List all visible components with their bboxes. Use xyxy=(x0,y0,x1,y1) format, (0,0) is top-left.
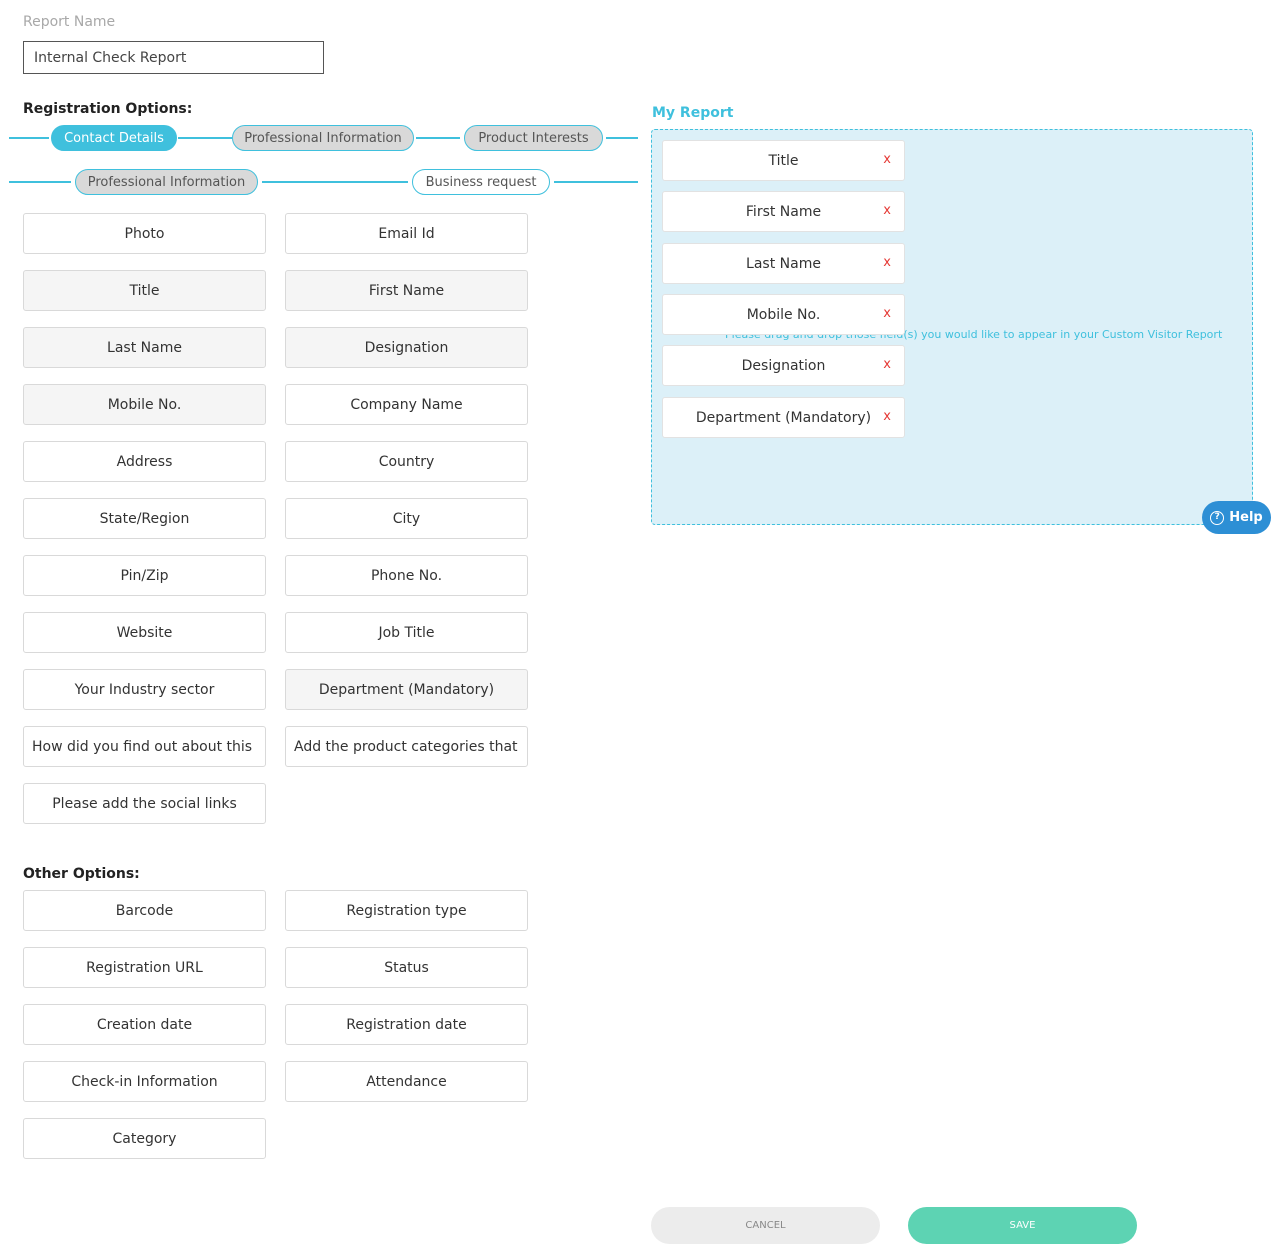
field-designation[interactable]: Designation xyxy=(285,327,528,368)
field-pin-zip[interactable]: Pin/Zip xyxy=(23,555,266,596)
report-item-label: Last Name xyxy=(746,255,821,272)
field-product-categories[interactable]: Add the product categories that xyxy=(285,726,528,767)
help-button[interactable]: ? Help xyxy=(1202,501,1271,534)
report-item-label: Mobile No. xyxy=(746,306,821,323)
remove-icon[interactable]: x xyxy=(883,306,891,321)
field-title[interactable]: Title xyxy=(23,270,266,311)
tab-connector xyxy=(9,137,49,139)
field-first-name[interactable]: First Name xyxy=(285,270,528,311)
field-city[interactable]: City xyxy=(285,498,528,539)
tab-connector xyxy=(178,137,232,139)
report-item-department[interactable]: Department (Mandatory) x xyxy=(662,397,905,438)
report-item-last-name[interactable]: Last Name x xyxy=(662,243,905,284)
tab-professional-information-2[interactable]: Professional Information xyxy=(75,169,258,195)
help-label: Help xyxy=(1229,510,1263,525)
report-item-label: Designation xyxy=(741,357,826,374)
report-item-title[interactable]: Title x xyxy=(662,140,905,181)
field-social-links[interactable]: Please add the social links xyxy=(23,783,266,824)
field-phone-no[interactable]: Phone No. xyxy=(285,555,528,596)
cancel-button[interactable]: CANCEL xyxy=(651,1207,880,1244)
field-status[interactable]: Status xyxy=(285,947,528,988)
field-job-title[interactable]: Job Title xyxy=(285,612,528,653)
report-item-label: Department (Mandatory) xyxy=(695,409,872,426)
tab-connector xyxy=(554,181,638,183)
field-check-in-information[interactable]: Check-in Information xyxy=(23,1061,266,1102)
report-item-label: Title xyxy=(768,152,799,169)
save-button[interactable]: SAVE xyxy=(908,1207,1137,1244)
field-state-region[interactable]: State/Region xyxy=(23,498,266,539)
tab-business-request[interactable]: Business request xyxy=(412,169,550,195)
remove-icon[interactable]: x xyxy=(883,255,891,270)
field-address[interactable]: Address xyxy=(23,441,266,482)
field-industry-sector[interactable]: Your Industry sector xyxy=(23,669,266,710)
remove-icon[interactable]: x xyxy=(883,152,891,167)
remove-icon[interactable]: x xyxy=(883,203,891,218)
remove-icon[interactable]: x xyxy=(883,409,891,424)
field-photo[interactable]: Photo xyxy=(23,213,266,254)
field-registration-type[interactable]: Registration type xyxy=(285,890,528,931)
question-icon: ? xyxy=(1210,510,1225,525)
tab-product-interests[interactable]: Product Interests xyxy=(464,125,603,151)
tab-professional-information[interactable]: Professional Information xyxy=(232,125,414,151)
report-item-designation[interactable]: Designation x xyxy=(662,345,905,386)
report-item-first-name[interactable]: First Name x xyxy=(662,191,905,232)
tab-connector xyxy=(606,137,638,139)
report-name-input[interactable] xyxy=(23,41,324,74)
field-how-did-you-find[interactable]: How did you find out about this xyxy=(23,726,266,767)
my-report-title: My Report xyxy=(652,105,734,121)
field-department[interactable]: Department (Mandatory) xyxy=(285,669,528,710)
report-item-mobile-no[interactable]: Mobile No. x xyxy=(662,294,905,335)
field-registration-url[interactable]: Registration URL xyxy=(23,947,266,988)
registration-options-title: Registration Options: xyxy=(23,101,193,117)
remove-icon[interactable]: x xyxy=(883,357,891,372)
field-creation-date[interactable]: Creation date xyxy=(23,1004,266,1045)
field-category[interactable]: Category xyxy=(23,1118,266,1159)
field-company-name[interactable]: Company Name xyxy=(285,384,528,425)
report-name-label: Report Name xyxy=(23,14,116,30)
tab-connector xyxy=(9,181,71,183)
field-website[interactable]: Website xyxy=(23,612,266,653)
tab-connector xyxy=(262,181,408,183)
field-attendance[interactable]: Attendance xyxy=(285,1061,528,1102)
tab-connector xyxy=(416,137,460,139)
field-registration-date[interactable]: Registration date xyxy=(285,1004,528,1045)
report-item-label: First Name xyxy=(745,203,822,220)
tab-contact-details[interactable]: Contact Details xyxy=(51,125,177,151)
field-email-id[interactable]: Email Id xyxy=(285,213,528,254)
other-options-title: Other Options: xyxy=(23,866,140,882)
field-mobile-no[interactable]: Mobile No. xyxy=(23,384,266,425)
field-barcode[interactable]: Barcode xyxy=(23,890,266,931)
field-country[interactable]: Country xyxy=(285,441,528,482)
field-last-name[interactable]: Last Name xyxy=(23,327,266,368)
